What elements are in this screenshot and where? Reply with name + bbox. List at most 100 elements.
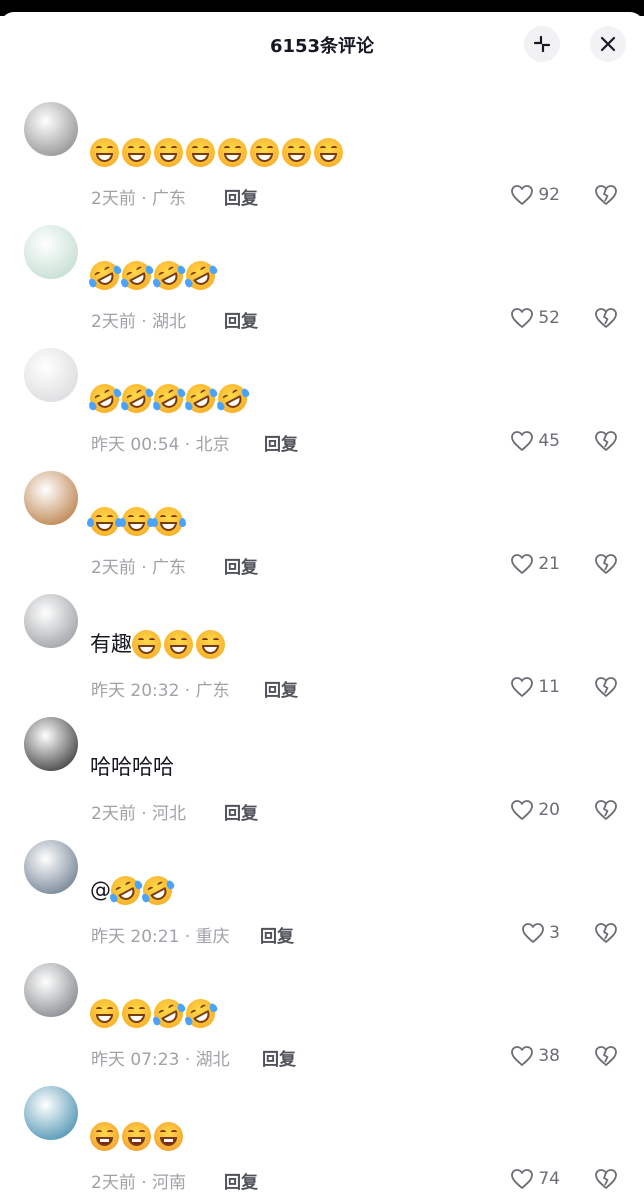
comment-text-content: 哈哈哈哈 [90,755,174,779]
dislike-button[interactable] [594,1168,618,1194]
comment-text [90,1120,186,1152]
comment-text [84,255,221,295]
comment-item: 2天前 · 湖北 回复 52 [0,223,644,346]
heart-icon [511,800,534,820]
reply-button[interactable]: 回复 [224,799,258,824]
like-button[interactable]: 21 [510,553,560,575]
avatar[interactable] [24,840,78,894]
avatar[interactable] [24,1086,78,1140]
comment-item: 昨天 07:23 · 湖北 回复 38 [0,961,644,1084]
comment-list: 2天前 · 广东 回复 92 2天前 · 湖北 回复 52 昨天 00:54 · 北京 回复 4… [0,100,644,1200]
grin-emoji-icon [314,137,343,167]
rofl-emoji-icon [84,378,125,418]
broken-heart-icon [595,431,617,451]
reply-button[interactable]: 回复 [224,553,258,578]
comment-text-content: 有趣 [90,632,132,656]
comment-meta: 昨天 20:21 · 重庆 [91,927,230,947]
reply-button[interactable]: 回复 [264,676,298,701]
dislike-button[interactable] [594,430,618,456]
like-count: 52 [538,308,560,328]
heart-icon [511,677,534,697]
like-count: 38 [538,1046,560,1066]
avatar[interactable] [24,348,78,402]
comment-item: 昨天 00:54 · 北京 回复 45 [0,346,644,469]
reply-button[interactable]: 回复 [224,1168,258,1193]
rofl-emoji-icon [148,378,189,418]
reply-button[interactable]: 回复 [224,184,258,209]
dislike-button[interactable] [594,922,618,948]
broken-heart-icon [595,800,617,820]
avatar[interactable] [24,102,78,156]
comment-sheet: 6153条评论 2天前 · 广东 回复 92 2天前 · 湖北 回复 52 昨天 00:54… [0,12,644,1200]
like-count: 11 [538,677,560,697]
grin-emoji-icon [218,137,247,167]
like-button[interactable]: 92 [510,184,560,206]
joy-emoji-icon [87,506,122,536]
heart-icon [511,308,534,328]
grin-emoji-icon [282,137,311,167]
reply-button[interactable]: 回复 [262,1045,296,1070]
comment-item: 哈哈哈哈 2天前 · 河北 回复 20 [0,715,644,838]
laugh-emoji-icon [122,1121,151,1151]
grin-emoji-icon [90,998,119,1028]
like-count: 74 [538,1169,560,1189]
like-button[interactable]: 52 [510,307,560,329]
grin-emoji-icon [154,137,183,167]
like-button[interactable]: 38 [510,1045,560,1067]
avatar[interactable] [24,717,78,771]
grin-emoji-icon [132,629,161,659]
like-count: 20 [538,800,560,820]
comment-item: 有趣昨天 20:32 · 广东 回复 11 [0,592,644,715]
reply-button[interactable]: 回复 [224,307,258,332]
dislike-button[interactable] [594,1045,618,1071]
broken-heart-icon [595,923,617,943]
like-button[interactable]: 11 [510,676,560,698]
heart-icon [511,554,534,574]
comment-meta: 2天前 · 广东 [91,189,187,209]
dislike-button[interactable] [594,184,618,210]
avatar[interactable] [24,963,78,1017]
rofl-emoji-icon [148,993,189,1033]
avatar[interactable] [24,471,78,525]
heart-icon [511,1046,534,1066]
rofl-emoji-icon [180,993,221,1033]
dislike-button[interactable] [594,799,618,825]
reply-button[interactable]: 回复 [264,430,298,455]
comment-meta: 2天前 · 广东 [91,558,187,578]
like-button[interactable]: 3 [521,922,560,944]
close-icon [600,36,616,52]
avatar[interactable] [24,594,78,648]
grin-emoji-icon [196,629,225,659]
rofl-emoji-icon [137,870,178,910]
broken-heart-icon [595,308,617,328]
heart-icon [511,185,534,205]
like-count: 21 [538,554,560,574]
like-button[interactable]: 74 [510,1168,560,1190]
laugh-emoji-icon [154,1121,183,1151]
like-button[interactable]: 45 [510,430,560,452]
laugh-emoji-icon [90,1121,119,1151]
comment-text [87,505,186,537]
collapse-button[interactable] [524,26,560,62]
comment-meta: 2天前 · 河南 [91,1173,187,1193]
joy-emoji-icon [119,506,154,536]
dislike-button[interactable] [594,553,618,579]
comment-meta: 昨天 07:23 · 湖北 [91,1050,230,1070]
comment-text [90,993,221,1033]
close-button[interactable] [590,26,626,62]
rofl-emoji-icon [148,255,189,295]
grin-emoji-icon [122,137,151,167]
dislike-button[interactable] [594,307,618,333]
comment-text-content: @ [90,878,111,902]
like-button[interactable]: 20 [510,799,560,821]
avatar[interactable] [24,225,78,279]
dislike-button[interactable] [594,676,618,702]
reply-button[interactable]: 回复 [260,922,294,947]
grin-emoji-icon [250,137,279,167]
grin-emoji-icon [122,998,151,1028]
comment-meta: 昨天 20:32 · 广东 [91,681,230,701]
comment-text [90,136,346,168]
comment-item: 2天前 · 河南 回复 74 [0,1084,644,1200]
collapse-icon [533,35,551,53]
grin-emoji-icon [164,629,193,659]
